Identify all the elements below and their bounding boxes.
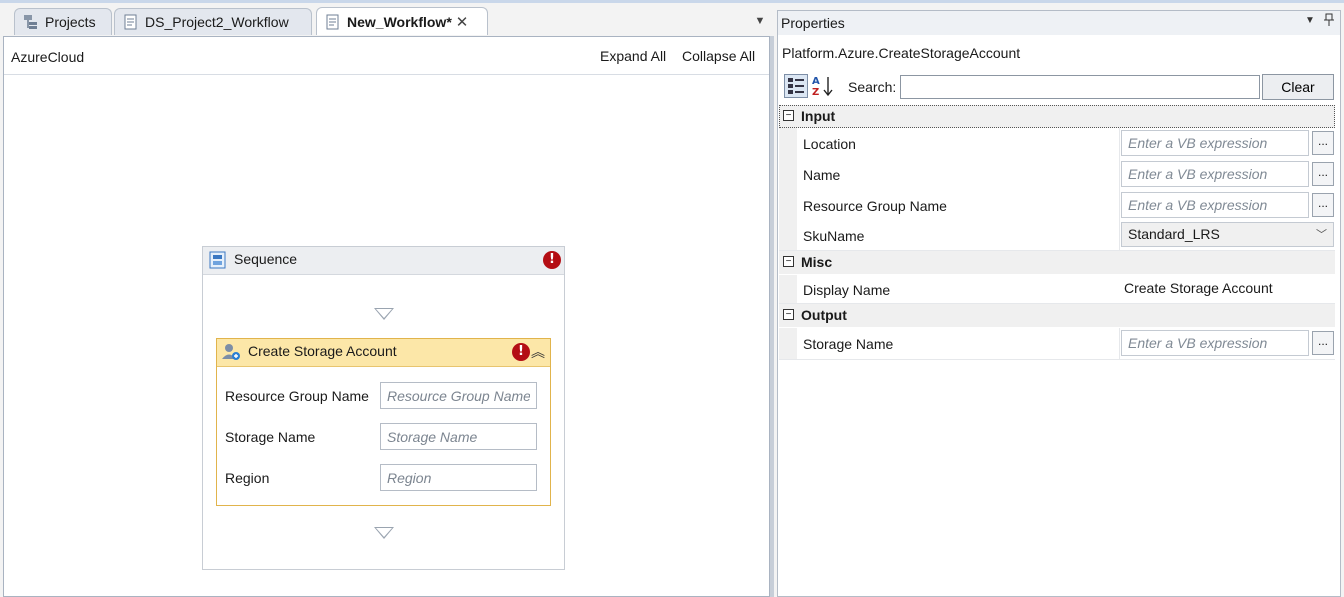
property-row-location: Location ...: [779, 128, 1335, 160]
close-icon[interactable]: ✕: [456, 13, 469, 31]
sequence-activity[interactable]: Sequence ! Create Storage Account ! ︽ Re…: [202, 246, 565, 570]
selected-activity-type: Platform.Azure.CreateStorageAccount: [782, 45, 1021, 61]
expression-editor-button[interactable]: ...: [1312, 193, 1334, 217]
search-label: Search:: [848, 79, 897, 95]
storage-name-input[interactable]: [380, 423, 537, 450]
column-divider: [1119, 328, 1120, 359]
activity-header[interactable]: Create Storage Account ! ︽: [217, 339, 550, 367]
property-row-name: Name ...: [779, 159, 1335, 191]
sequence-header[interactable]: Sequence !: [203, 247, 564, 275]
designer-toolbar: AzureCloud Expand All Collapse All: [4, 37, 769, 75]
tab-ds-project2-workflow[interactable]: DS_Project2_Workflow: [114, 8, 312, 35]
azure-user-icon: [221, 342, 241, 362]
validation-error-icon[interactable]: !: [543, 251, 561, 269]
workflow-designer[interactable]: AzureCloud Expand All Collapse All Seque…: [3, 36, 770, 597]
properties-panel: Properties ▼ Platform.Azure.CreateStorag…: [777, 10, 1341, 597]
workflow-document-icon: [123, 14, 139, 30]
row-gutter: [779, 159, 797, 190]
project-explorer-icon: [23, 14, 39, 30]
workflow-document-icon: [325, 14, 341, 30]
row-gutter: [779, 128, 797, 159]
display-name-value[interactable]: Create Storage Account: [1124, 280, 1273, 296]
name-expression-input[interactable]: [1121, 161, 1309, 187]
property-row-skuname: SkuName Standard_LRS ﹀: [779, 221, 1335, 251]
properties-toolbar: AZ Search: Clear: [782, 73, 1338, 101]
location-expression-input[interactable]: [1121, 130, 1309, 156]
row-gutter: [779, 190, 797, 221]
property-name: Name: [803, 167, 841, 183]
storage-name-label: Storage Name: [225, 429, 316, 445]
property-row-resource-group-name: Resource Group Name ...: [779, 190, 1335, 222]
resource-group-name-input[interactable]: [380, 382, 537, 409]
categorized-view-icon[interactable]: [784, 74, 808, 98]
category-name: Input: [801, 108, 836, 124]
region-input[interactable]: [380, 464, 537, 491]
expression-editor-button[interactable]: ...: [1312, 162, 1334, 186]
row-gutter: [779, 221, 797, 250]
panel-menu-dropdown-icon[interactable]: ▼: [1305, 15, 1315, 26]
tab-label: Projects: [45, 14, 96, 30]
category-output[interactable]: − Output: [779, 304, 1335, 327]
chevron-down-icon: ﹀: [1316, 229, 1327, 241]
designer-scrollbar[interactable]: [770, 36, 774, 597]
category-name: Output: [801, 307, 847, 323]
expression-editor-button[interactable]: ...: [1312, 331, 1334, 355]
category-misc[interactable]: − Misc: [779, 251, 1335, 274]
clear-button[interactable]: Clear: [1262, 74, 1334, 100]
property-name: Resource Group Name: [803, 198, 947, 214]
skuname-select[interactable]: Standard_LRS ﹀: [1121, 222, 1334, 247]
activity-title: Create Storage Account: [248, 343, 397, 359]
window-top-border: [0, 0, 1344, 3]
validation-error-icon[interactable]: !: [512, 343, 530, 361]
drop-target-arrow-icon[interactable]: [374, 527, 394, 539]
collapse-activity-icon[interactable]: ︽: [531, 342, 545, 362]
collapse-all-link[interactable]: Collapse All: [682, 48, 755, 64]
resource-group-name-label: Resource Group Name: [225, 388, 369, 404]
expand-all-link[interactable]: Expand All: [600, 48, 666, 64]
row-gutter: [779, 328, 797, 359]
alphabetical-sort-icon[interactable]: AZ: [811, 74, 835, 98]
column-divider: [1119, 221, 1120, 250]
property-name: Location: [803, 136, 856, 152]
property-row-display-name: Display Name Create Storage Account: [779, 275, 1335, 304]
sequence-icon: [209, 251, 226, 269]
tab-list-dropdown-icon[interactable]: ▼: [752, 15, 768, 31]
search-input[interactable]: [900, 75, 1260, 99]
row-gutter: [779, 275, 797, 303]
svg-text:A: A: [812, 76, 820, 87]
region-label: Region: [225, 470, 270, 486]
tab-label: New_Workflow*: [347, 13, 452, 30]
category-name: Misc: [801, 254, 833, 270]
sequence-title: Sequence: [234, 251, 298, 267]
storage-name-expression-input[interactable]: [1121, 330, 1309, 356]
property-name: Display Name: [803, 282, 891, 298]
column-divider: [1119, 128, 1120, 159]
expression-editor-button[interactable]: ...: [1312, 131, 1334, 155]
create-storage-account-activity[interactable]: Create Storage Account ! ︽ Resource Grou…: [216, 338, 551, 506]
pin-icon[interactable]: [1324, 13, 1334, 30]
selected-value: Standard_LRS: [1128, 226, 1220, 242]
tab-label: DS_Project2_Workflow: [145, 14, 289, 30]
column-divider: [1119, 190, 1120, 221]
properties-header: Properties ▼: [778, 11, 1340, 35]
document-tab-strip: Projects DS_Project2_Workflow New_Workfl…: [0, 5, 772, 35]
panel-title: Properties: [781, 15, 845, 31]
drop-target-arrow-icon[interactable]: [374, 308, 394, 320]
property-row-storage-name: Storage Name ...: [779, 328, 1335, 360]
breadcrumb[interactable]: AzureCloud: [11, 49, 84, 65]
tab-new-workflow[interactable]: New_Workflow* ✕: [316, 7, 488, 35]
resource-group-expression-input[interactable]: [1121, 192, 1309, 218]
collapse-category-icon[interactable]: −: [783, 256, 794, 267]
collapse-category-icon[interactable]: −: [783, 309, 794, 320]
property-name: Storage Name: [803, 336, 894, 352]
column-divider: [1119, 159, 1120, 190]
category-input[interactable]: − Input: [779, 105, 1335, 128]
tab-projects[interactable]: Projects: [14, 8, 112, 35]
collapse-category-icon[interactable]: −: [783, 110, 794, 121]
svg-text:Z: Z: [812, 87, 819, 98]
property-name: SkuName: [803, 228, 865, 244]
